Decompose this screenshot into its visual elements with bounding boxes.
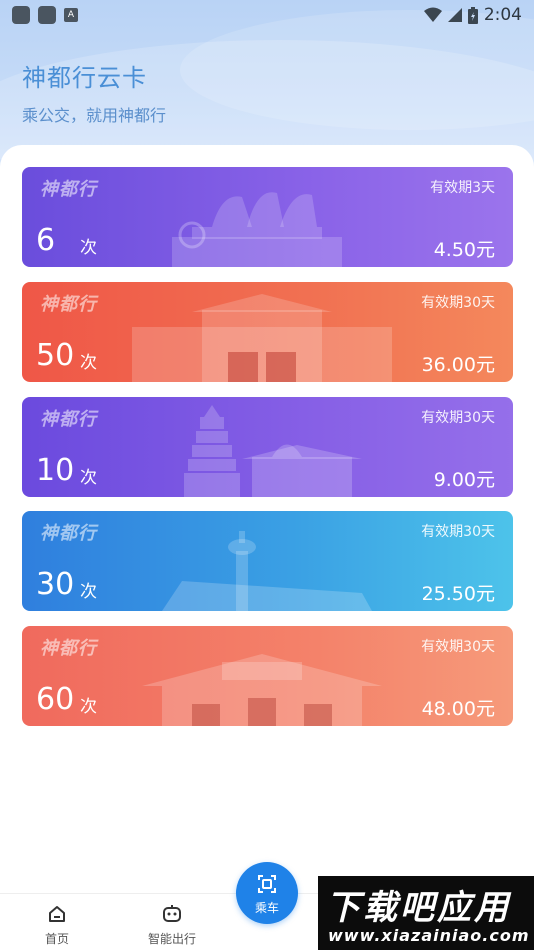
card-price: 9.00元	[433, 469, 495, 491]
site-watermark: 下载吧应用 www.xiazainiao.com	[318, 876, 534, 950]
airport-tower-illustration	[162, 531, 372, 611]
card-times: 30	[36, 567, 75, 602]
card-brand: 神都行	[40, 409, 97, 430]
watermark-logo-text: 下载吧应用	[326, 888, 511, 928]
ride-button[interactable]: 乘车	[236, 862, 298, 924]
nav-item-smart-travel[interactable]: 智能出行	[127, 894, 217, 950]
status-bar: A 2:04	[0, 0, 534, 30]
card-times: 6	[36, 223, 56, 258]
card-validity: 有效期3天	[430, 180, 495, 196]
home-icon	[49, 906, 65, 922]
chariot-monument-illustration	[172, 192, 342, 267]
nav-label-home: 首页	[44, 932, 69, 946]
nav-label-smart-travel: 智能出行	[147, 932, 196, 946]
ticket-card[interactable]: 神都行 有效期30天 30 次 25.50元	[22, 511, 513, 611]
card-brand: 神都行	[40, 523, 97, 544]
card-times-unit: 次	[80, 238, 97, 258]
clock: 2:04	[483, 5, 522, 25]
card-price: 25.50元	[421, 583, 495, 605]
ticket-card[interactable]: 神都行 有效期30天 10 次 9.00元	[22, 397, 513, 497]
card-brand: 神都行	[40, 179, 97, 200]
page-subtitle: 乘公交，就用神都行	[22, 106, 167, 125]
card-validity: 有效期30天	[421, 639, 495, 655]
page-title: 神都行云卡	[22, 64, 147, 92]
card-brand: 神都行	[40, 638, 97, 659]
card-times: 60	[36, 682, 75, 717]
card-times: 50	[36, 338, 75, 373]
app-notification-icon	[12, 6, 30, 24]
ride-button-label: 乘车	[254, 901, 279, 915]
card-validity: 有效期30天	[421, 295, 495, 311]
card-times-unit: 次	[80, 582, 97, 602]
watermark-url: www.xiazainiao.com	[328, 926, 530, 945]
scan-icon	[258, 875, 276, 893]
card-times: 10	[36, 453, 75, 488]
card-validity: 有效期30天	[421, 524, 495, 540]
keyboard-a-icon: A	[64, 8, 78, 22]
card-price: 48.00元	[421, 698, 495, 720]
card-price: 36.00元	[421, 354, 495, 376]
robot-icon	[163, 905, 181, 922]
card-brand: 神都行	[40, 294, 97, 315]
temple-gate-illustration	[142, 654, 382, 726]
card-validity: 有效期30天	[421, 410, 495, 426]
ticket-card[interactable]: 神都行 有效期3天 6 次 4.50元	[22, 167, 513, 267]
city-gate-illustration	[132, 294, 392, 382]
card-price: 4.50元	[433, 239, 495, 261]
card-times-unit: 次	[80, 697, 97, 717]
ticket-card[interactable]: 神都行 有效期30天 60 次 48.00元	[22, 626, 513, 726]
ticket-card[interactable]: 神都行 有效期30天 50 次 36.00元	[22, 282, 513, 382]
card-times-unit: 次	[80, 353, 97, 373]
app-notification-icon	[38, 6, 56, 24]
signal-icon	[447, 8, 462, 22]
nav-item-home[interactable]: 首页	[12, 894, 102, 950]
card-times-unit: 次	[80, 468, 97, 488]
wifi-icon	[423, 7, 442, 22]
pagoda-and-hall-illustration	[184, 405, 362, 497]
battery-icon	[467, 6, 478, 24]
